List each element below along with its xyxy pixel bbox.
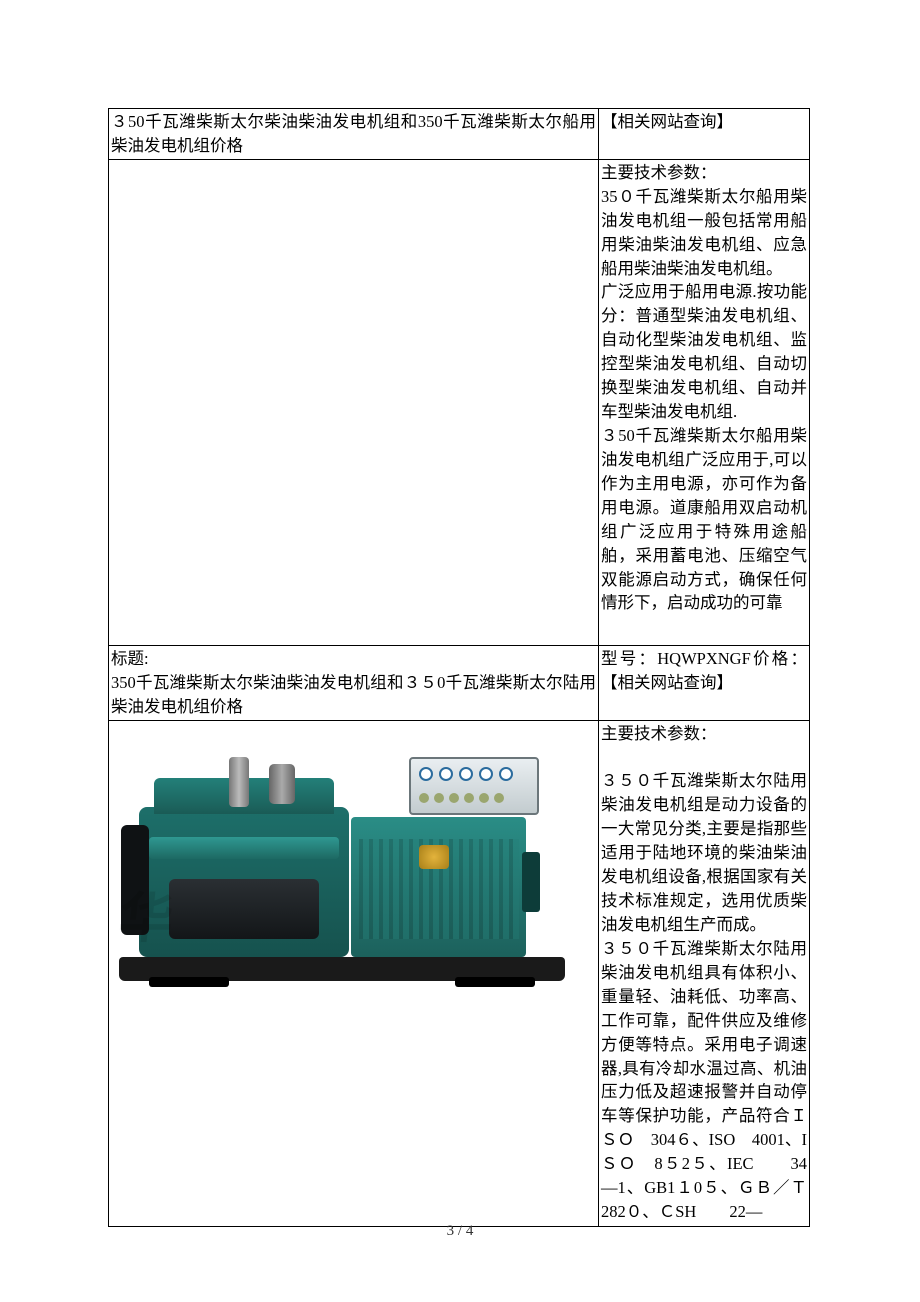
cell-spec-land: 主要技术参数： ３５０千瓦潍柴斯太尔陆用柴油发电机组是动力设备的一大常见分类,主… [599, 720, 810, 1226]
cell-title-land: 标题: 350千瓦潍柴斯太尔柴油柴油发电机组和３５0千瓦潍柴斯太尔陆用柴油发电机… [109, 645, 599, 720]
table-row: 华 主要技术参数： ３５０千瓦潍柴斯太尔陆用柴油发电机组是动力设备的一大常见分类… [109, 720, 810, 1226]
cell-spec-marine: 主要技术参数： 35０千瓦潍柴斯太尔船用柴油发电机组一般包括常用船用柴油柴油发电… [599, 159, 810, 645]
table-row: 主要技术参数： 35０千瓦潍柴斯太尔船用柴油发电机组一般包括常用船用柴油柴油发电… [109, 159, 810, 645]
cell-product-image: 华 [109, 720, 599, 1226]
page-number: 3 / 4 [0, 1223, 920, 1240]
cell-empty-1 [109, 159, 599, 645]
cell-model-price: 型号：HQWPXNGF价格：【相关网站查询】 [599, 645, 810, 720]
generator-image: 华 [109, 721, 595, 1009]
cell-site-query-1: 【相关网站查询】 [599, 109, 810, 160]
table-row: ３50千瓦潍柴斯太尔柴油柴油发电机组和350千瓦潍柴斯太尔船用柴油发电机组价格 … [109, 109, 810, 160]
cell-title-marine: ３50千瓦潍柴斯太尔柴油柴油发电机组和350千瓦潍柴斯太尔船用柴油发电机组价格 [109, 109, 599, 160]
page-content: ３50千瓦潍柴斯太尔柴油柴油发电机组和350千瓦潍柴斯太尔船用柴油发电机组价格 … [0, 0, 920, 1227]
spec-table: ３50千瓦潍柴斯太尔柴油柴油发电机组和350千瓦潍柴斯太尔船用柴油发电机组价格 … [108, 108, 810, 1227]
table-row: 标题: 350千瓦潍柴斯太尔柴油柴油发电机组和３５0千瓦潍柴斯太尔陆用柴油发电机… [109, 645, 810, 720]
